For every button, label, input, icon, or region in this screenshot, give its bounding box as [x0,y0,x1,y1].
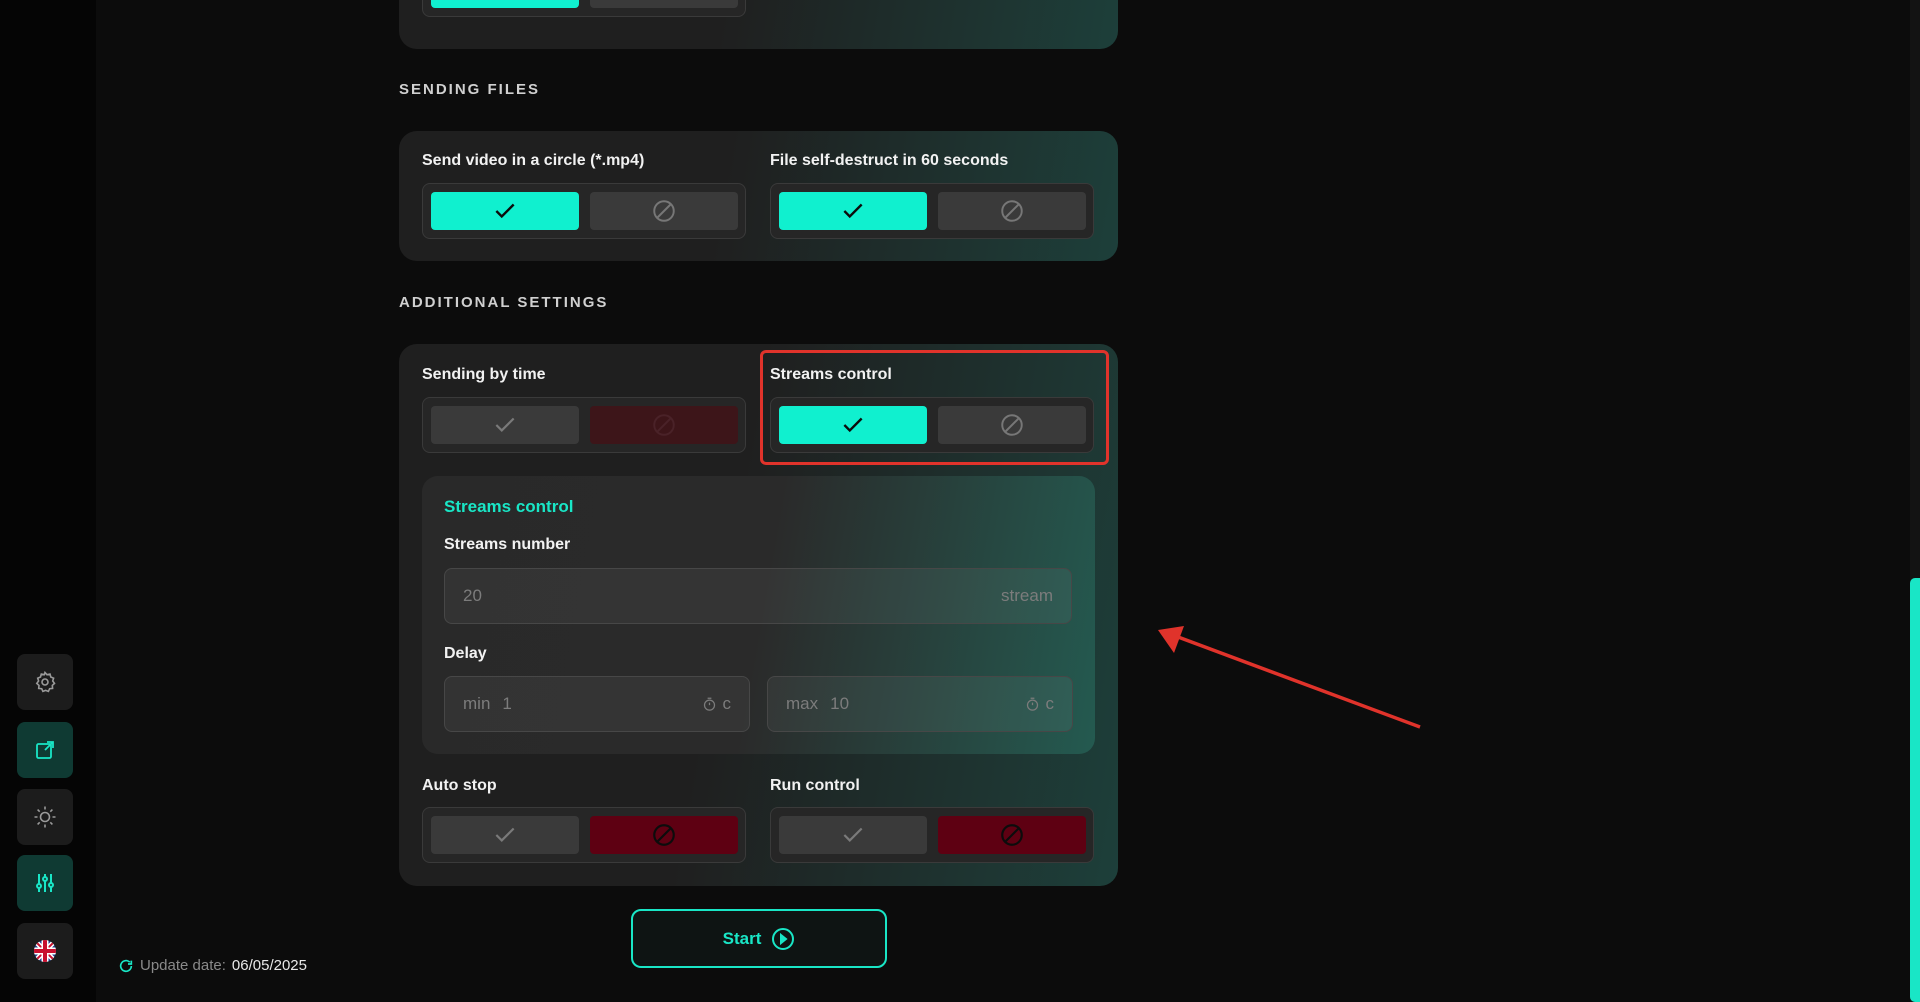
streams-number-input[interactable]: 20 stream [444,568,1072,624]
block-icon [1001,200,1023,222]
update-date-label: Update date: [140,957,226,974]
delay-min-prefix: min [463,694,491,713]
external-link-icon [36,741,54,759]
previous-toggle-off[interactable] [590,0,738,8]
delay-min-value: 1 [502,694,512,713]
run-control-on[interactable] [779,816,927,854]
language-button[interactable] [17,923,73,979]
uk-flag-icon [34,940,56,962]
delay-max-prefix: max [786,694,819,713]
timer-icon [703,697,715,711]
check-icon [843,827,863,842]
streams-number-label: Streams number [444,536,571,553]
timer-icon [1026,697,1038,711]
delay-max-input[interactable]: max 10 c [767,676,1073,732]
check-icon [843,203,863,219]
block-icon [653,200,675,222]
block-icon [651,0,677,2]
delay-max-suffix: c [1025,694,1055,714]
delay-min-unit: c [722,694,732,713]
auto-stop-on[interactable] [431,816,579,854]
update-date-value: 06/05/2025 [231,957,307,974]
delay-max-unit: c [1045,694,1055,713]
left-rail [0,0,96,1002]
check-icon [495,203,515,219]
file-self-destruct-label: File self-destruct in 60 seconds [770,152,1009,169]
gear-icon [35,670,56,693]
scrollbar-thumb[interactable] [1910,578,1920,1002]
check-icon [495,417,515,432]
sending-by-time-on[interactable] [431,406,579,444]
file-self-destruct-off[interactable] [938,192,1086,230]
file-self-destruct-on[interactable] [779,192,927,230]
sending-by-time-off[interactable] [590,406,738,444]
delay-min-suffix: c [702,694,732,714]
streams-number-unit: stream [1001,586,1053,605]
filters-button[interactable] [17,855,73,911]
streams-panel-title: Streams control [444,497,574,516]
streams-number-value: 20 [463,586,482,605]
block-icon [653,824,675,846]
streams-control-highlight [760,350,1109,465]
update-date: Update date: 06/05/2025 [118,957,307,974]
section-additional-settings: ADDITIONAL SETTINGS [399,294,609,311]
auto-stop-off[interactable] [590,816,738,854]
check-icon [495,827,515,842]
file-self-destruct-toggle [770,183,1094,239]
run-control-label: Run control [770,777,860,794]
scrollbar[interactable] [1910,0,1920,1002]
annotation-arrow [1158,626,1421,729]
start-label: Start [722,928,762,948]
check-icon [492,0,518,2]
sliders-icon [36,874,54,892]
send-video-circle-label: Send video in a circle (*.mp4) [422,152,645,169]
theme-button[interactable] [17,789,73,845]
auto-stop-label: Auto stop [422,777,497,794]
run-control-toggle [770,807,1094,863]
delay-label: Delay [444,645,487,662]
sending-by-time-label: Sending by time [422,366,546,383]
brightness-icon [34,806,56,828]
block-icon [1001,824,1023,846]
run-control-off[interactable] [938,816,1086,854]
play-circle-icon [772,927,795,950]
delay-max-value: 10 [830,694,850,713]
section-sending-files: SENDING FILES [399,81,541,98]
previous-toggle-on[interactable] [431,0,579,8]
refresh-icon [119,959,133,972]
send-video-circle-on[interactable] [431,192,579,230]
settings-button[interactable] [17,654,73,710]
block-icon [653,414,675,436]
auto-stop-toggle [422,807,746,863]
start-button[interactable]: Start [631,909,887,968]
delay-min-input[interactable]: min 1 c [444,676,750,732]
export-button[interactable] [17,722,73,778]
send-video-circle-off[interactable] [590,192,738,230]
sending-by-time-toggle [422,397,746,453]
send-video-circle-toggle [422,183,746,239]
previous-toggle [422,0,746,17]
